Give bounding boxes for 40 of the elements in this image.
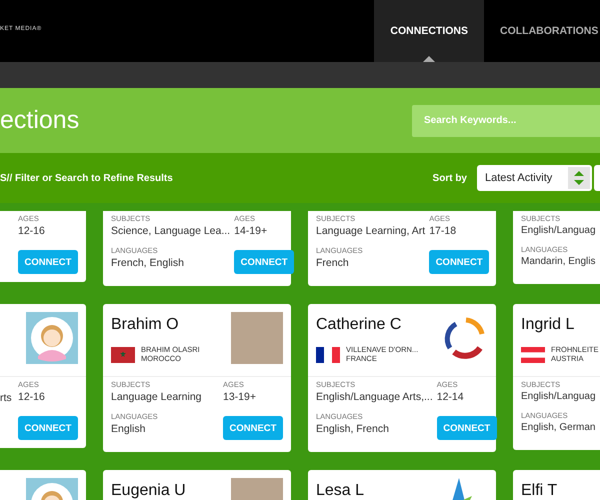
subjects-value: English/Languag xyxy=(521,391,596,402)
flag-icon xyxy=(316,346,340,363)
ages-value: 12-16 xyxy=(18,225,45,237)
avatar-silhouette-icon xyxy=(26,312,78,364)
languages-value: French xyxy=(316,257,349,269)
nav-tab[interactable]: COLLABORATIONS xyxy=(484,0,600,62)
subjects-value: English/Language Arts,... xyxy=(316,391,433,403)
stepper-icon xyxy=(568,167,590,189)
profile-name[interactable]: Elfi T xyxy=(521,482,558,500)
nav-tab[interactable]: CONNECTIONS xyxy=(374,0,484,62)
search-field[interactable]: Search Keywords... xyxy=(412,104,600,136)
languages-value: English xyxy=(111,423,146,435)
subjects-value: Language Learning, Art xyxy=(316,225,426,237)
star-logo-icon xyxy=(452,478,472,500)
languages-value: English, German xyxy=(521,422,596,433)
flag-icon xyxy=(521,346,545,363)
flag-icon xyxy=(111,346,135,363)
sort-select[interactable]: Latest Activity xyxy=(477,165,592,191)
languages-value: French, English xyxy=(111,257,184,269)
profile-name[interactable]: Catherine C xyxy=(316,316,418,334)
profile-name[interactable]: Lesa L xyxy=(316,482,364,500)
ages-value: 12-16 xyxy=(18,391,45,403)
profile-name[interactable]: Brahim O xyxy=(111,316,200,334)
filter-button[interactable] xyxy=(594,165,600,191)
ages-value: 17-18 xyxy=(429,225,456,237)
languages-value: English, French xyxy=(316,423,389,435)
sort-label: Sort by xyxy=(432,172,467,184)
page-title: ections xyxy=(0,106,80,135)
photo-placeholder xyxy=(231,312,283,364)
subjects-value: Science, Language Lea... xyxy=(111,225,230,237)
subjects-value: English/Languag xyxy=(521,225,596,236)
ages-value: 14-19+ xyxy=(234,225,268,237)
subjects-value: Language Learning xyxy=(111,391,202,403)
ages-value: 12-14 xyxy=(436,391,464,403)
filter-hint: S// Filter or Search to Refine Results xyxy=(0,172,174,184)
profile-name[interactable]: Eugenia U xyxy=(111,482,186,500)
languages-value: Mandarin, Englis xyxy=(521,256,596,267)
ages-value: 13-19+ xyxy=(223,391,256,403)
profile-name[interactable]: Ingrid L xyxy=(521,316,599,334)
subjects-value: rts xyxy=(0,392,12,404)
